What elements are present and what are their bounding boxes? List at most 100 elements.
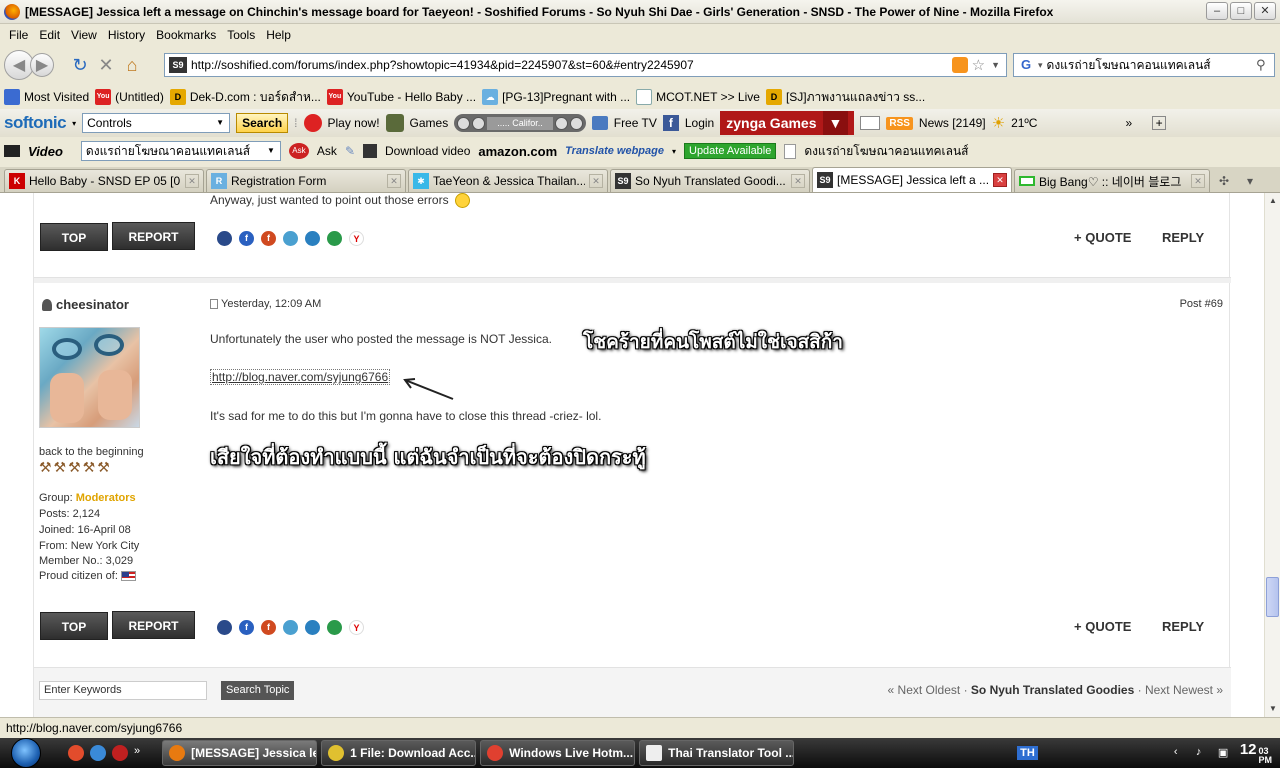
vertical-scrollbar[interactable]: ▲ ▼ [1264,193,1280,717]
zynga-games-button[interactable]: zynga Games ▼ [720,111,855,135]
yahoo-icon[interactable]: Y [349,620,364,635]
menu-help[interactable]: Help [263,28,299,42]
address-bar[interactable]: S9 http://soshified.com/forums/index.php… [164,53,1007,77]
bookmark-dekd[interactable]: D Dek-D.com : บอร์ดสำห... [169,88,321,107]
tab-list-icon[interactable]: ▾ [1238,170,1262,192]
tab-close-icon[interactable]: ✕ [791,174,805,188]
softonic-logo[interactable]: softonic [4,113,67,133]
rss-badge[interactable]: RSS [886,116,913,130]
reload-icon[interactable]: ↻ [68,53,92,77]
app-icon[interactable] [112,745,128,761]
google-share-icon[interactable] [283,620,298,635]
technorati-icon[interactable] [327,231,342,246]
play-now-link[interactable]: Play now! [328,116,380,130]
tab-message-jessica[interactable]: S9 [MESSAGE] Jessica left a ... ✕ [812,167,1012,192]
ask-link[interactable]: Ask [317,144,337,158]
toolbar-overflow-button[interactable]: » [1125,116,1132,130]
new-tab-icon[interactable]: ✣ [1212,170,1236,192]
stop-icon[interactable]: ✕ [94,53,118,77]
top-button[interactable]: TOP [40,223,108,251]
google-icon[interactable]: G [1017,57,1035,73]
task-translator[interactable]: Thai Translator Tool ... [639,740,795,766]
video-search-combo[interactable]: ดงแรถ่ายโฆษณาคอนแทคเลนส์ ▼ [80,141,281,161]
search-topic-button[interactable]: Search Topic [221,681,295,700]
delicious-icon[interactable] [217,231,232,246]
chevron-down-icon[interactable]: ▼ [822,111,849,135]
technorati-icon[interactable] [327,620,342,635]
softonic-search-button[interactable]: Search [236,113,289,133]
add-icon[interactable]: + [1152,116,1167,130]
quote-button[interactable]: + QUOTE [1074,230,1131,245]
next-newest-link[interactable]: Next Newest » [1145,683,1223,697]
update-available-button[interactable]: Update Available [684,143,777,159]
stop-media-icon[interactable] [569,116,583,130]
post-number[interactable]: Post #69 [1180,298,1223,310]
furl-icon[interactable]: f [261,620,276,635]
top-button[interactable]: TOP [40,612,108,640]
menu-file[interactable]: File [6,28,36,42]
widget-icon[interactable] [860,116,881,130]
tab-big-bang[interactable]: Big Bang♡ :: 네이버 블로그 ✕ [1014,169,1210,192]
clock[interactable]: 12 03 PM [1240,741,1272,765]
rss-feed-icon[interactable] [951,57,968,73]
stumble-icon[interactable] [305,231,320,246]
tab-so-nyuh-goodies[interactable]: S9 So Nyuh Translated Goodi... ✕ [610,169,810,192]
facebook-share-icon[interactable]: f [239,231,254,246]
play-icon[interactable] [472,116,486,130]
search-bar[interactable]: G ▾ ดงแรถ่ายโฆษณาคอนแทคเลนส์ ⚲ [1013,53,1275,77]
tab-close-icon[interactable]: ✕ [589,174,603,188]
post-author[interactable]: cheesinator [42,297,129,312]
games-menu[interactable]: Games [410,116,449,130]
chrome-icon[interactable] [68,745,84,761]
task-hotmail[interactable]: Windows Live Hotm... [480,740,636,766]
forum-link[interactable]: So Nyuh Translated Goodies [971,683,1134,697]
download-video-link[interactable]: Download video [385,144,470,158]
ie-icon[interactable] [90,745,106,761]
bookmark-sj[interactable]: D [SJ]ภาพงานแถลงข่าว ss... [765,88,925,107]
prev-track-icon[interactable] [457,116,471,130]
google-share-icon[interactable] [283,231,298,246]
keywords-input[interactable]: Enter Keywords [39,681,207,700]
language-indicator[interactable]: TH [1017,746,1038,760]
bookmark-untitled[interactable]: You (Untitled) [95,89,164,105]
softonic-combo[interactable]: Controls ▼ [82,113,231,133]
quick-launch-more-icon[interactable]: » [134,745,140,761]
translate-webpage-link[interactable]: Translate webpage [565,145,664,157]
report-button[interactable]: REPORT [112,222,195,250]
forward-button[interactable]: ▶ [30,53,54,77]
network-icon[interactable]: ▣ [1218,746,1232,760]
tray-arrow-icon[interactable]: ‹ [1174,746,1188,760]
maximize-button[interactable]: □ [1230,2,1252,20]
facebook-share-icon[interactable]: f [239,620,254,635]
softonic-dropdown-icon[interactable]: ▾ [72,119,76,128]
task-download[interactable]: 1 File: Download Acc... [321,740,477,766]
bookmark-mcot[interactable]: MCOT.NET >> Live [636,89,760,105]
menu-view[interactable]: View [68,28,105,42]
media-track-label[interactable]: ..... Califor.. [487,116,553,130]
news-menu[interactable]: News [2149] [919,116,986,130]
stumble-icon[interactable] [305,620,320,635]
post-link-icon[interactable] [210,299,218,309]
next-oldest-link[interactable]: « Next Oldest [888,683,961,697]
tab-hello-baby[interactable]: K Hello Baby - SNSD EP 05 [0... ✕ [4,169,204,192]
free-tv-menu[interactable]: Free TV [614,116,657,130]
yahoo-icon[interactable]: Y [349,231,364,246]
facebook-login-link[interactable]: Login [685,116,714,130]
tab-close-icon[interactable]: ✕ [1191,174,1205,188]
avatar[interactable] [39,327,140,428]
search-engine-dropdown-icon[interactable]: ▾ [1038,60,1043,71]
group-link[interactable]: Moderators [76,492,136,504]
scroll-thumb[interactable] [1266,577,1279,617]
url-text[interactable]: http://soshified.com/forums/index.php?sh… [191,58,952,72]
url-dropdown-icon[interactable]: ▼ [991,60,1000,70]
volume-tray-icon[interactable]: ♪ [1196,746,1210,760]
task-firefox[interactable]: [MESSAGE] Jessica le... [162,740,318,766]
search-input[interactable]: ดงแรถ่ายโฆษณาคอนแทคเลนส์ [1047,56,1256,75]
reply-button[interactable]: REPLY [1162,619,1204,634]
amazon-link[interactable]: amazon.com [478,144,557,159]
reply-button[interactable]: REPLY [1162,230,1204,245]
report-button[interactable]: REPORT [112,611,195,639]
naver-blog-link[interactable]: http://blog.naver.com/syjung6766 [210,369,391,385]
bookmark-most-visited[interactable]: Most Visited [4,89,89,105]
tab-registration-form[interactable]: R Registration Form ✕ [206,169,406,192]
